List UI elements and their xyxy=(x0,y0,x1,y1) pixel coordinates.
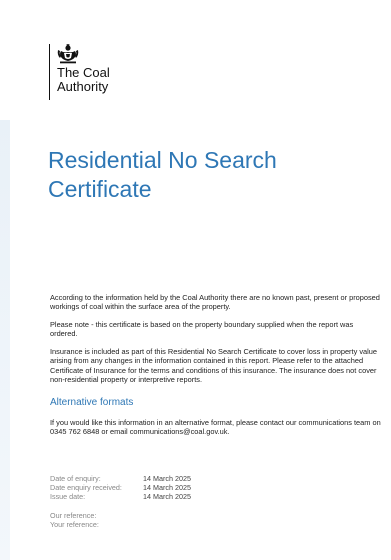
coal-authority-logo: The Coal Authority xyxy=(49,44,110,100)
side-decoration-band xyxy=(0,120,10,560)
insurance-paragraph: Insurance is included as part of this Re… xyxy=(50,347,377,385)
references: Our reference: Your reference: xyxy=(50,511,99,530)
title-line2: Certificate xyxy=(48,176,152,202)
title-line1: Residential No Search xyxy=(48,147,277,173)
coal-workings-statement: According to the information held by the… xyxy=(50,293,380,312)
detail-row-issue-date: Issue date: 14 March 2025 xyxy=(50,491,191,502)
boundary-note: Please note - this certificate is based … xyxy=(50,320,354,339)
logo-text-line2: Authority xyxy=(57,79,109,94)
detail-value: 14 March 2025 xyxy=(143,491,191,501)
alternative-formats-paragraph: If you would like this information in an… xyxy=(50,418,381,437)
your-reference-label: Your reference: xyxy=(50,519,99,529)
enquiry-details: Date of enquiry: 14 March 2025 Date enqu… xyxy=(50,474,191,502)
alternative-formats-heading: Alternative formats xyxy=(50,397,134,408)
detail-label: Issue date: xyxy=(50,491,86,501)
logo-text-line1: The Coal xyxy=(57,65,110,80)
page-title: Residential No Search Certificate xyxy=(48,146,348,204)
royal-crest-icon xyxy=(57,44,79,64)
